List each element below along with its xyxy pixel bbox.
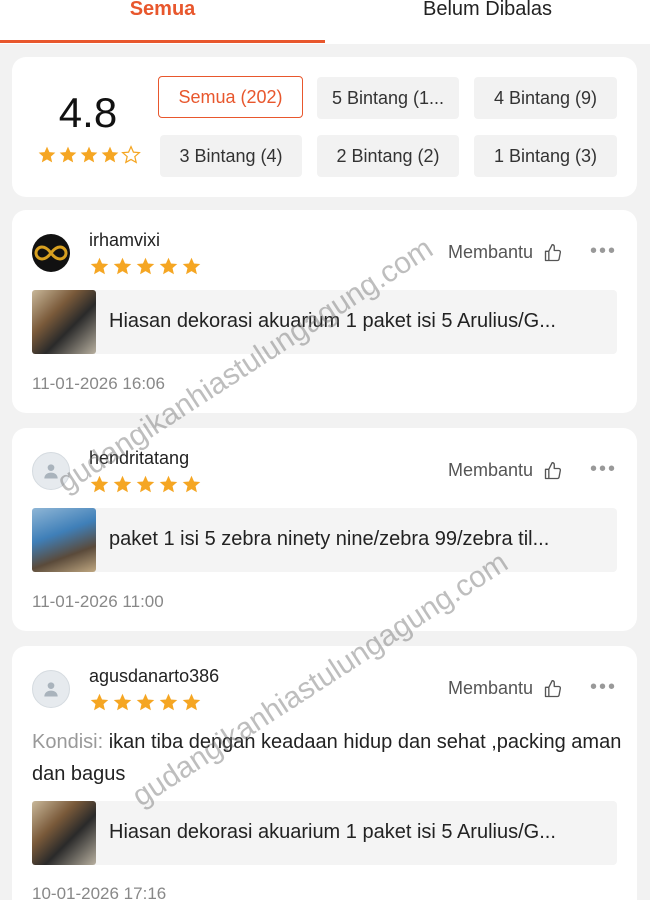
filter-chip-4-bintang[interactable]: 4 Bintang (9) — [474, 77, 617, 119]
product-thumbnail — [32, 508, 96, 572]
user-placeholder-icon — [44, 464, 58, 479]
thumbs-up-icon — [544, 243, 562, 261]
avatar[interactable] — [32, 670, 70, 708]
star-filled-icon — [113, 257, 132, 275]
more-options-icon[interactable]: ••• — [590, 458, 617, 481]
active-tab-indicator — [0, 40, 325, 43]
product-thumbnail — [32, 801, 96, 865]
star-filled-icon — [182, 693, 201, 711]
star-filled-icon — [159, 257, 178, 275]
star-filled-icon — [159, 475, 178, 493]
review-date: 11-01-2026 16:06 — [32, 374, 165, 393]
helpful-label: Membantu — [448, 460, 534, 480]
star-filled-icon — [136, 257, 155, 275]
review-stars — [89, 692, 202, 713]
helpful-button[interactable]: Membantu — [448, 242, 563, 263]
tab-belum-dibalas[interactable]: Belum Dibalas — [325, 0, 650, 44]
product-thumbnail — [32, 290, 96, 354]
star-filled-icon — [159, 693, 178, 711]
product-title: paket 1 isi 5 zebra ninety nine/zebra 99… — [109, 528, 550, 550]
product-link[interactable]: Hiasan dekorasi akuarium 1 paket isi 5 A… — [32, 290, 617, 354]
star-filled-icon — [136, 475, 155, 493]
star-filled-icon — [101, 146, 119, 163]
star-filled-icon — [182, 475, 201, 493]
comment-label: Kondisi: — [32, 731, 104, 753]
review-stars — [89, 474, 202, 495]
infinity-avatar-icon — [34, 245, 68, 261]
star-filled-icon — [59, 146, 77, 163]
tab-semua[interactable]: Semua — [0, 0, 325, 44]
reviewer-username: irhamvixi — [89, 230, 161, 250]
product-link[interactable]: paket 1 isi 5 zebra ninety nine/zebra 99… — [32, 508, 617, 572]
helpful-label: Membantu — [448, 678, 534, 698]
user-placeholder-icon — [44, 682, 58, 697]
review-date: 11-01-2026 11:00 — [32, 592, 164, 611]
star-filled-icon — [90, 475, 109, 493]
review-stars — [89, 256, 202, 277]
filter-chip-semua[interactable]: Semua (202) — [158, 76, 303, 118]
star-filled-icon — [113, 475, 132, 493]
thumbs-up-icon — [544, 679, 562, 697]
helpful-button[interactable]: Membantu — [448, 460, 563, 481]
tab-bar: Semua Belum Dibalas — [0, 0, 650, 44]
product-link[interactable]: Hiasan dekorasi akuarium 1 paket isi 5 A… — [32, 801, 617, 865]
review-card: hendritatang Membantu ••• paket 1 isi 5 … — [12, 428, 637, 631]
filter-chip-3-bintang[interactable]: 3 Bintang (4) — [160, 135, 302, 177]
star-filled-icon — [136, 693, 155, 711]
star-filled-icon — [113, 693, 132, 711]
star-filled-icon — [80, 146, 98, 163]
star-empty-icon — [121, 145, 141, 164]
average-rating: 4.8 — [58, 89, 118, 136]
star-filled-icon — [90, 257, 109, 275]
comment-text: ikan tiba dengan keadaan hidup dan sehat… — [32, 731, 622, 785]
product-title: Hiasan dekorasi akuarium 1 paket isi 5 A… — [109, 821, 556, 843]
review-card: agusdanarto386 Membantu ••• Kondisi: ika… — [12, 646, 637, 900]
helpful-label: Membantu — [448, 242, 534, 262]
avatar[interactable] — [32, 452, 70, 490]
review-comment: Kondisi: ikan tiba dengan keadaan hidup … — [32, 726, 622, 790]
review-date: 10-01-2026 17:16 — [32, 884, 167, 900]
product-title: Hiasan dekorasi akuarium 1 paket isi 5 A… — [109, 310, 556, 332]
reviewer-username: hendritatang — [89, 448, 190, 468]
review-card: irhamvixi Membantu ••• Hiasan dekorasi a… — [12, 210, 637, 413]
rating-summary-card: 4.8 Semua (202) 5 Bintang (1... 4 Bintan… — [12, 57, 637, 197]
average-rating-stars — [37, 145, 141, 165]
avatar[interactable] — [32, 234, 70, 272]
more-options-icon[interactable]: ••• — [590, 240, 617, 263]
star-filled-icon — [182, 257, 201, 275]
reviewer-username: agusdanarto386 — [89, 666, 220, 686]
filter-chip-2-bintang[interactable]: 2 Bintang (2) — [317, 135, 459, 177]
helpful-button[interactable]: Membantu — [448, 678, 563, 699]
star-filled-icon — [38, 146, 56, 163]
filter-chip-5-bintang[interactable]: 5 Bintang (1... — [317, 77, 459, 119]
filter-chip-1-bintang[interactable]: 1 Bintang (3) — [474, 135, 617, 177]
star-filled-icon — [90, 693, 109, 711]
thumbs-up-icon — [544, 461, 562, 479]
more-options-icon[interactable]: ••• — [590, 676, 617, 699]
